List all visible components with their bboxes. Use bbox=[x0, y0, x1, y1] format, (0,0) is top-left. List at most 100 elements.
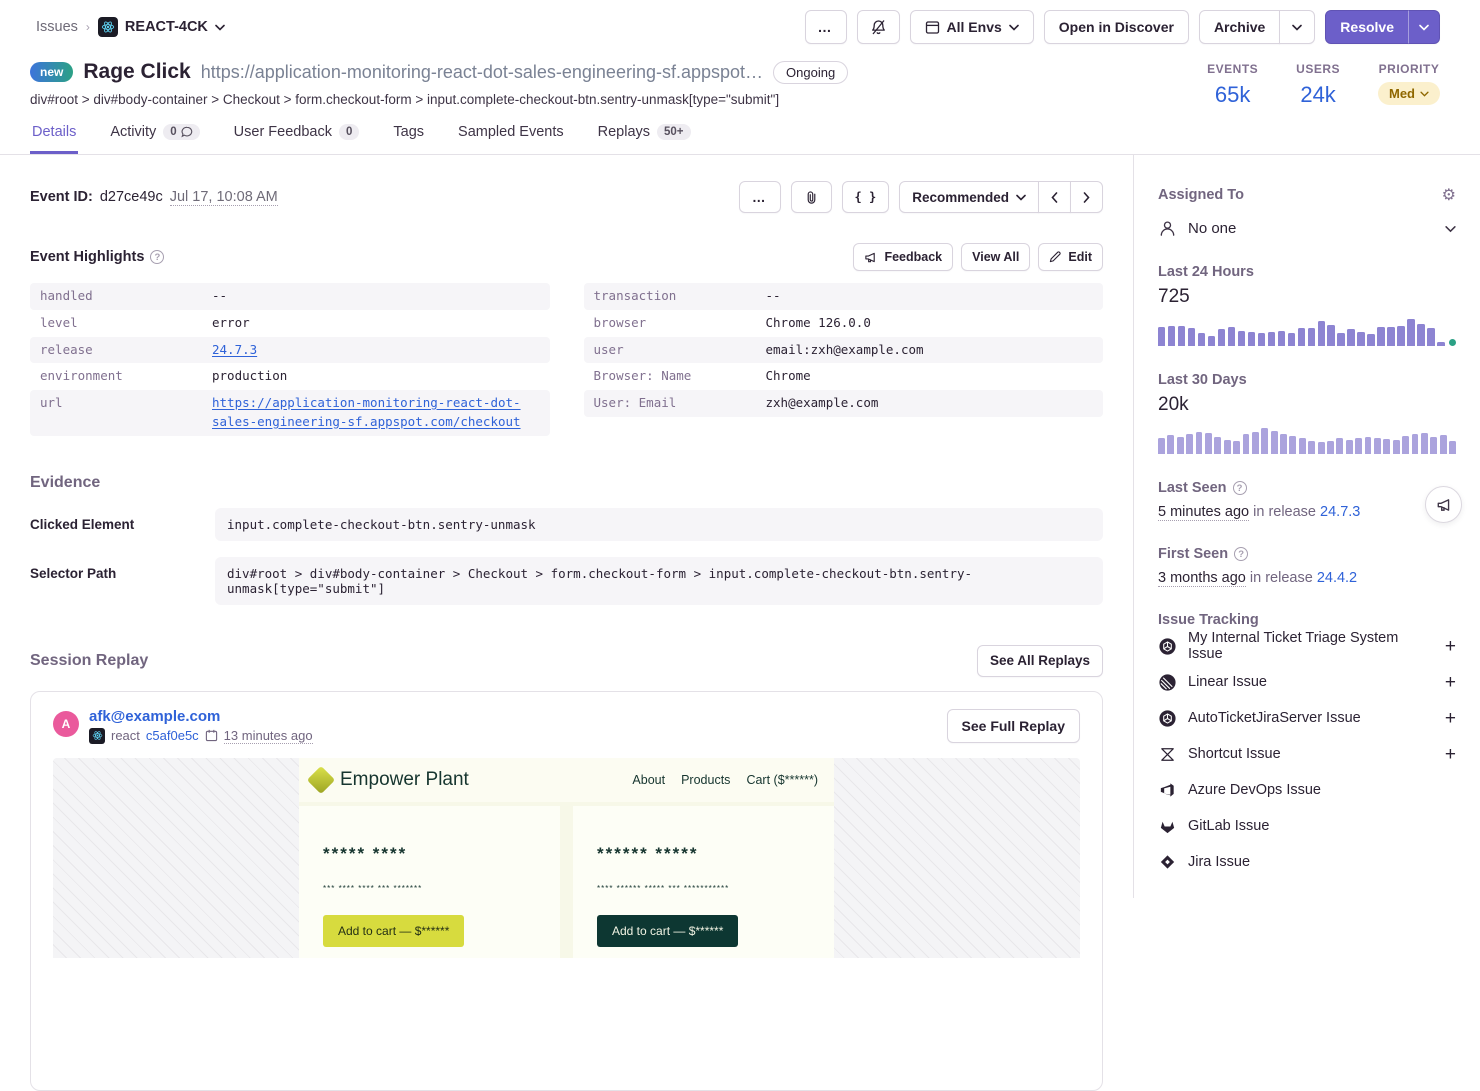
event-attachments-button[interactable] bbox=[791, 181, 832, 213]
issue-title: Rage Click bbox=[83, 60, 190, 84]
see-all-replays-label: See All Replays bbox=[990, 653, 1090, 668]
issue-tracking-item[interactable]: Linear Issue + bbox=[1158, 664, 1456, 700]
add-to-cart-button[interactable]: Add to cart — $****** bbox=[323, 915, 464, 947]
issue-url: https://application-monitoring-react-dot… bbox=[201, 62, 763, 83]
archive-button[interactable]: Archive bbox=[1199, 10, 1280, 44]
spark-bar bbox=[1365, 437, 1372, 454]
replayed-site: Empower Plant AboutProductsCart ($******… bbox=[299, 758, 834, 958]
issue-tracking-label: My Internal Ticket Triage System Issue bbox=[1188, 630, 1434, 662]
chevron-right-icon bbox=[1083, 192, 1090, 203]
tab-label: Tags bbox=[393, 124, 424, 140]
spark-bar bbox=[1346, 440, 1353, 454]
issue-title-block: new Rage Click https://application-monit… bbox=[30, 60, 848, 107]
last-seen-ago[interactable]: 5 minutes ago bbox=[1158, 504, 1249, 521]
calendar-icon bbox=[205, 729, 218, 742]
assignee-selector[interactable]: No one bbox=[1158, 219, 1456, 238]
edit-button[interactable]: Edit bbox=[1038, 243, 1103, 271]
product-title-masked: ****** ***** bbox=[597, 844, 810, 864]
event-timestamp[interactable]: Jul 17, 10:08 AM bbox=[170, 189, 278, 206]
tab-user-feedback[interactable]: User Feedback0 bbox=[232, 124, 362, 154]
first-seen-ago[interactable]: 3 months ago bbox=[1158, 570, 1246, 587]
tab-label: Details bbox=[32, 124, 76, 140]
issue-tracking-item[interactable]: AutoTicketJiraServer Issue+ bbox=[1158, 700, 1456, 736]
spark-bar bbox=[1337, 333, 1344, 346]
more-actions-button[interactable]: … bbox=[805, 10, 847, 44]
breadcrumb-issues-link[interactable]: Issues bbox=[36, 19, 78, 35]
issue-tracking-label: Linear Issue bbox=[1188, 674, 1434, 690]
see-all-replays-button[interactable]: See All Replays bbox=[977, 645, 1103, 677]
last-30-days-count[interactable]: 20k bbox=[1158, 394, 1456, 416]
help-icon[interactable]: ? bbox=[150, 250, 164, 264]
first-seen-release-link[interactable]: 24.4.2 bbox=[1317, 570, 1357, 586]
add-to-cart-button[interactable]: Add to cart — $****** bbox=[597, 915, 738, 947]
highlight-value-link[interactable]: https://application-monitoring-react-dot… bbox=[212, 395, 521, 429]
last-24-hours-chart[interactable] bbox=[1158, 316, 1456, 346]
issue-tracking-item[interactable]: Azure DevOps Issue bbox=[1158, 772, 1456, 808]
replay-id-link[interactable]: c5af0e5c bbox=[146, 728, 199, 743]
resolve-label: Resolve bbox=[1340, 19, 1394, 35]
add-issue-button[interactable]: + bbox=[1445, 709, 1456, 728]
replay-user-link[interactable]: afk@example.com bbox=[89, 708, 313, 725]
last-24-hours-count[interactable]: 725 bbox=[1158, 286, 1456, 308]
add-issue-button[interactable]: + bbox=[1445, 637, 1456, 656]
replay-time-ago[interactable]: 13 minutes ago bbox=[224, 728, 313, 744]
tab-label: Replays bbox=[598, 124, 650, 140]
site-nav-item[interactable]: Products bbox=[681, 773, 730, 787]
users-count[interactable]: 24k bbox=[1300, 82, 1335, 108]
add-issue-button[interactable]: + bbox=[1445, 745, 1456, 764]
site-nav-item[interactable]: About bbox=[632, 773, 665, 787]
help-icon[interactable]: ? bbox=[1233, 481, 1247, 495]
last-30-days-chart[interactable] bbox=[1158, 424, 1456, 454]
next-event-button[interactable] bbox=[1070, 181, 1103, 213]
event-actions: … { } Recommended bbox=[739, 181, 1103, 213]
spark-bar bbox=[1327, 325, 1334, 346]
tab-details[interactable]: Details bbox=[30, 124, 78, 154]
highlight-row: browserChrome 126.0.0 bbox=[584, 310, 1104, 337]
spark-bar bbox=[1198, 333, 1205, 346]
open-in-discover-button[interactable]: Open in Discover bbox=[1044, 10, 1189, 44]
issue-tracking-item[interactable]: Jira Issue bbox=[1158, 844, 1456, 880]
view-all-button[interactable]: View All bbox=[961, 243, 1030, 271]
environment-selector-button[interactable]: All Envs bbox=[910, 10, 1034, 44]
event-more-button[interactable]: … bbox=[739, 181, 781, 213]
mute-alerts-button[interactable] bbox=[857, 10, 900, 44]
site-nav-item[interactable]: Cart ($******) bbox=[746, 773, 818, 787]
spark-bar bbox=[1327, 441, 1334, 455]
feedback-button[interactable]: Feedback bbox=[853, 243, 953, 271]
avatar: A bbox=[53, 711, 79, 737]
tab-tags[interactable]: Tags bbox=[391, 124, 426, 154]
floating-feedback-button[interactable] bbox=[1425, 486, 1462, 523]
tab-activity[interactable]: Activity0 bbox=[108, 124, 201, 154]
previous-event-button[interactable] bbox=[1038, 181, 1071, 213]
resolve-dropdown-button[interactable] bbox=[1408, 10, 1440, 44]
users-label: USERS bbox=[1296, 62, 1340, 76]
see-full-replay-button[interactable]: See Full Replay bbox=[947, 709, 1080, 743]
issue-tracking-item[interactable]: Shortcut Issue+ bbox=[1158, 736, 1456, 772]
event-json-button[interactable]: { } bbox=[842, 181, 890, 213]
issue-tracking-item[interactable]: GitLab Issue bbox=[1158, 808, 1456, 844]
last-seen-release-link[interactable]: 24.7.3 bbox=[1320, 504, 1360, 520]
event-sort-selector[interactable]: Recommended bbox=[899, 181, 1039, 213]
archive-dropdown-button[interactable] bbox=[1279, 10, 1315, 44]
tab-replays[interactable]: Replays50+ bbox=[596, 124, 693, 154]
highlight-key: release bbox=[40, 341, 212, 360]
add-issue-button[interactable]: + bbox=[1445, 673, 1456, 692]
resolve-button[interactable]: Resolve bbox=[1325, 10, 1409, 44]
issue-tracking-item[interactable]: My Internal Ticket Triage System Issue + bbox=[1158, 628, 1456, 664]
new-badge: new bbox=[30, 62, 73, 82]
gear-icon[interactable]: ⚙ bbox=[1442, 185, 1456, 205]
product-desc-masked: *** **** **** *** ******* bbox=[323, 884, 536, 893]
help-icon[interactable]: ? bbox=[1234, 547, 1248, 561]
replay-preview[interactable]: Empower Plant AboutProductsCart ($******… bbox=[53, 758, 1080, 958]
linear-icon bbox=[1158, 673, 1177, 692]
spark-bar bbox=[1367, 334, 1374, 346]
more-icon: … bbox=[818, 19, 834, 35]
highlight-value-link[interactable]: 24.7.3 bbox=[212, 342, 257, 357]
assigned-to-title: Assigned To bbox=[1158, 187, 1244, 203]
priority-selector[interactable]: Med bbox=[1378, 82, 1440, 105]
tab-sampled-events[interactable]: Sampled Events bbox=[456, 124, 566, 154]
resolve-button-group: Resolve bbox=[1325, 10, 1440, 44]
spark-bar bbox=[1186, 434, 1193, 454]
events-count[interactable]: 65k bbox=[1215, 82, 1250, 108]
project-selector[interactable]: REACT-4CK bbox=[98, 17, 225, 37]
